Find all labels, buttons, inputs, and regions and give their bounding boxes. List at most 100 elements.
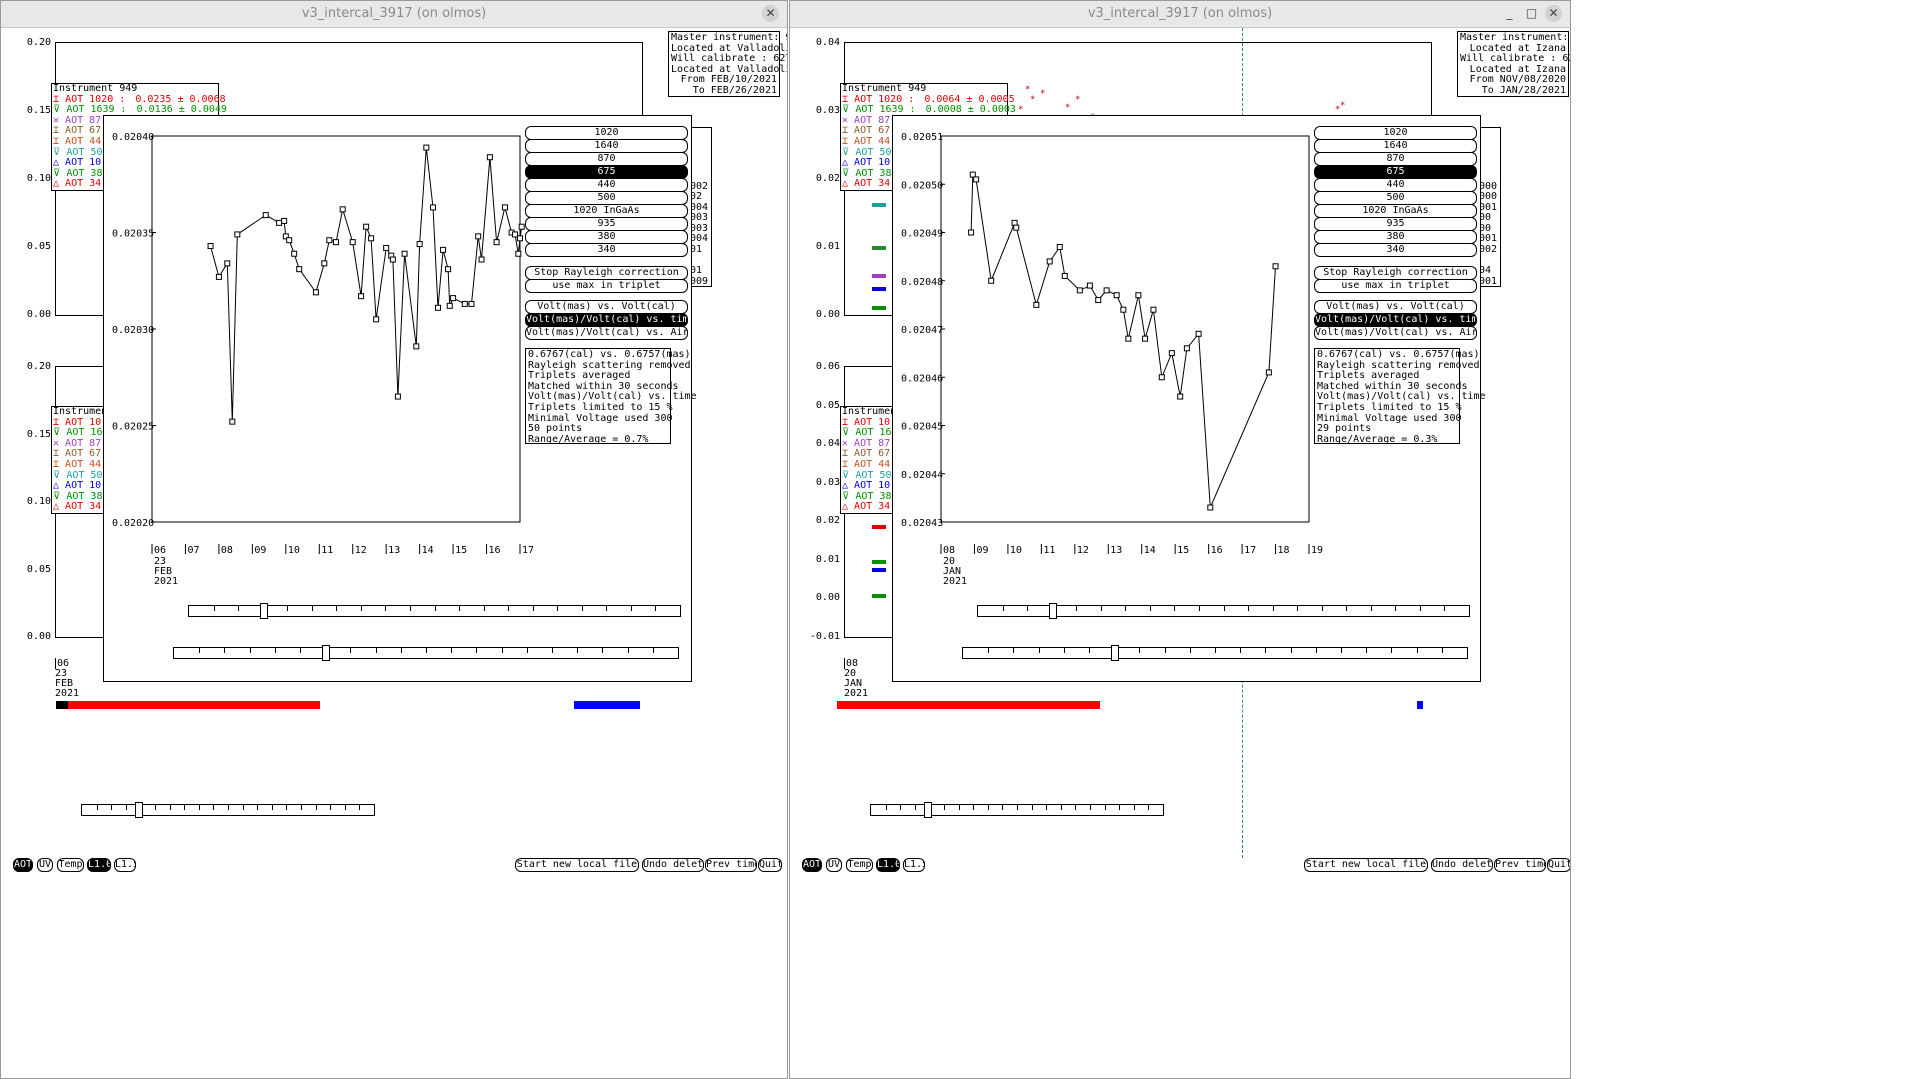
data-point (1195, 330, 1202, 337)
slider-tick (885, 805, 887, 810)
slider-tick (1419, 606, 1421, 611)
scatter-cluster (872, 246, 886, 250)
bottom-button-aot[interactable]: AOT (802, 858, 822, 872)
info-line: 0.6767(cal) vs. 0.6757(mas) (528, 349, 691, 360)
x-tick-label: 17 (522, 545, 534, 556)
slider-tick (476, 648, 478, 653)
wavelength-button-935[interactable]: 935 (1314, 217, 1477, 231)
wavelength-button-340[interactable]: 340 (1314, 243, 1477, 257)
x-axis-label: 2021 (55, 688, 80, 699)
ratio-vs-time-button[interactable]: Volt(mas)/Volt(cal) vs. time (1314, 313, 1477, 327)
volt-vs-volt-button[interactable]: Volt(mas) vs. Volt(cal) (1314, 300, 1477, 314)
use-max-triplet-button[interactable]: use max in triplet (525, 279, 688, 293)
close-icon[interactable]: ✕ (1545, 5, 1562, 22)
wavelength-button-500[interactable]: 500 (1314, 191, 1477, 205)
wavelength-button-675[interactable]: 675 (525, 165, 688, 179)
quit-button[interactable]: Quit (1547, 858, 1570, 872)
prev-time-button[interactable]: Prev time (705, 858, 757, 872)
wavelength-button-380[interactable]: 380 (525, 230, 688, 244)
wavelength-button-1020-ingaas[interactable]: 1020 InGaAs (525, 204, 688, 218)
fragment-label: 001 (1479, 233, 1498, 244)
slider-track[interactable] (977, 603, 1470, 619)
wavelength-button-935[interactable]: 935 (525, 217, 688, 231)
slider-handle[interactable] (923, 802, 932, 818)
slider-tick (1366, 648, 1368, 653)
stop-rayleigh-button[interactable]: Stop Rayleigh correction (1314, 266, 1477, 280)
y-tick-label: 0.02 (815, 173, 840, 184)
slider-tick (1341, 648, 1342, 653)
quit-button[interactable]: Quit (758, 858, 782, 872)
wavelength-button-1020[interactable]: 1020 (1314, 126, 1477, 140)
bottom-button-l1-5[interactable]: L1.5 (114, 858, 136, 872)
slider-track[interactable] (173, 645, 679, 661)
slider-tick (350, 648, 352, 653)
start-new-local-file-button[interactable]: Start new local file (1304, 858, 1428, 872)
info-line: 0.6767(cal) vs. 0.6757(mas) (1317, 349, 1480, 360)
slider-handle[interactable] (1048, 603, 1057, 619)
bottom-button-uv[interactable]: UV (826, 858, 842, 872)
y-tick-label: 0.02044 (901, 470, 943, 481)
slider-handle[interactable] (259, 603, 268, 619)
wavelength-button-500[interactable]: 500 (525, 191, 688, 205)
data-point (373, 316, 380, 323)
x-tick-label: 10 (1010, 545, 1022, 556)
slider-handle[interactable] (1111, 645, 1120, 661)
y-tick-label: 0.20 (26, 361, 51, 372)
slider-handle[interactable] (322, 645, 331, 661)
minimize-icon[interactable]: _ (1501, 5, 1518, 22)
wavelength-button-870[interactable]: 870 (1314, 152, 1477, 166)
bottom-button-temp[interactable]: Temp (846, 858, 873, 872)
left-titlebar[interactable]: v3_intercal_3917 (on olmos) ✕ (1, 1, 787, 28)
legend-label: AOT 34 (854, 501, 891, 513)
x-tick-label: 13 (388, 545, 400, 556)
bottom-button-l1-0[interactable]: L1.0 (87, 858, 111, 872)
x-tick-label: 08 (943, 545, 955, 556)
slider-track[interactable] (962, 645, 1468, 661)
y-tick-label: 0.02051 (901, 132, 943, 143)
ratio-vs-time-button[interactable]: Volt(mas)/Volt(cal) vs. time (525, 313, 688, 327)
ratio-vs-airmass-button[interactable]: Volt(mas)/Volt(cal) vs. Air Mass (1314, 326, 1477, 340)
wavelength-button-1640[interactable]: 1640 (525, 139, 688, 153)
wavelength-button-870[interactable]: 870 (525, 152, 688, 166)
bottom-button-l1-0[interactable]: L1.0 (876, 858, 900, 872)
slider-track[interactable] (870, 802, 1164, 818)
wavelength-button-1020[interactable]: 1020 (525, 126, 688, 140)
legend-marker-icon: ⊽ (842, 104, 850, 116)
wavelength-button-440[interactable]: 440 (1314, 178, 1477, 192)
bottom-button-temp[interactable]: Temp (57, 858, 84, 872)
wavelength-button-675[interactable]: 675 (1314, 165, 1477, 179)
wavelength-button-380[interactable]: 380 (1314, 230, 1477, 244)
slider-tick (1441, 648, 1443, 653)
bottom-button-aot[interactable]: AOT (13, 858, 33, 872)
bottom-button-uv[interactable]: UV (37, 858, 53, 872)
prev-time-button[interactable]: Prev time (1494, 858, 1546, 872)
data-point (1046, 258, 1053, 265)
wavelength-button-440[interactable]: 440 (525, 178, 688, 192)
ratio-vs-airmass-button[interactable]: Volt(mas)/Volt(cal) vs. Air Mass (525, 326, 688, 340)
wavelength-button-340[interactable]: 340 (525, 243, 688, 257)
slider-tick (1119, 805, 1121, 810)
slider-handle[interactable] (134, 802, 143, 818)
y-tick-label: 0.02045 (901, 422, 943, 433)
legend-marker-icon: ⌶ (53, 125, 66, 137)
close-icon[interactable]: ✕ (762, 5, 779, 22)
bottom-button-l1-5[interactable]: L1.5 (903, 858, 925, 872)
use-max-triplet-button[interactable]: use max in triplet (1314, 279, 1477, 293)
volt-vs-volt-button[interactable]: Volt(mas) vs. Volt(cal) (525, 300, 688, 314)
legend-label: AOT 67 (854, 448, 891, 460)
slider-track[interactable] (188, 603, 681, 619)
start-new-local-file-button[interactable]: Start new local file (515, 858, 639, 872)
stop-rayleigh-button[interactable]: Stop Rayleigh correction (525, 266, 688, 280)
legend-label: AOT 38 (855, 167, 892, 179)
data-point (215, 273, 222, 280)
master-info-box: Master instrument: 949Located at IzanaWi… (1457, 31, 1570, 97)
wavelength-button-1020-ingaas[interactable]: 1020 InGaAs (1314, 204, 1477, 218)
undo-delete-button[interactable]: Undo delete (1431, 858, 1493, 872)
data-point (988, 277, 995, 284)
x-tick-label: 14 (422, 545, 434, 556)
right-titlebar[interactable]: v3_intercal_3917 (on olmos) _ □ ✕ (790, 1, 1570, 28)
wavelength-button-1640[interactable]: 1640 (1314, 139, 1477, 153)
undo-delete-button[interactable]: Undo delete (642, 858, 704, 872)
slider-track[interactable] (81, 802, 375, 818)
maximize-icon[interactable]: □ (1523, 5, 1540, 22)
